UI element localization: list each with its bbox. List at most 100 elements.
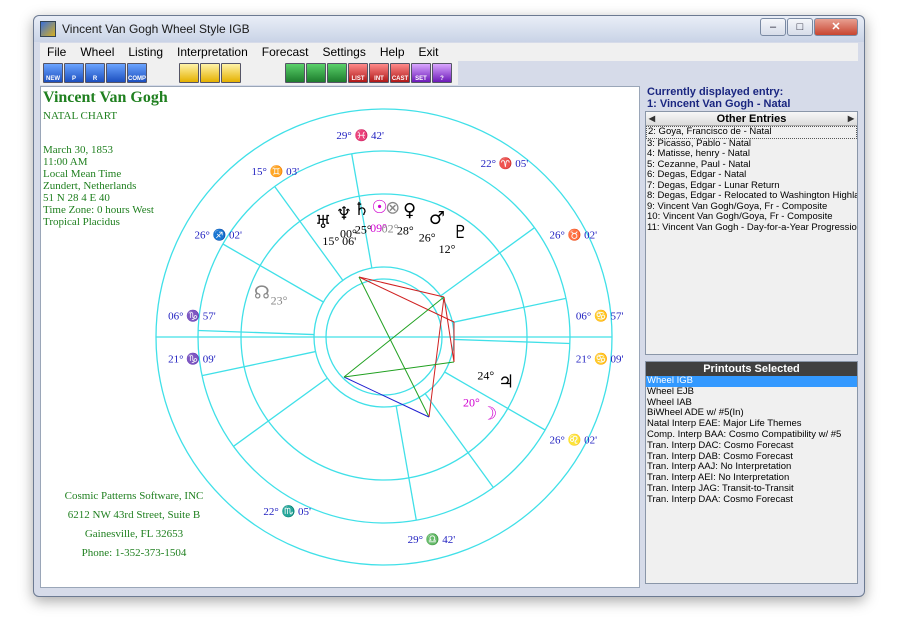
- birth-time: 11:00 AM: [43, 156, 88, 168]
- entry-item[interactable]: 9: Vincent Van Gogh/Goya, Fr - Composite: [646, 202, 857, 213]
- help-icon[interactable]: ?: [432, 63, 452, 83]
- company-phone: Phone: 1-352-373-1504: [81, 547, 187, 559]
- planet-glyph: ☽: [481, 403, 497, 424]
- cusp-label: 21° ♋ 09': [576, 352, 624, 365]
- open-icon[interactable]: [179, 63, 199, 83]
- entry-item[interactable]: 2: Goya, Francisco de - Natal: [646, 126, 857, 139]
- biwheel-icon[interactable]: [306, 63, 326, 83]
- aspect-line: [343, 376, 430, 418]
- planet-degree: 12°: [439, 242, 456, 256]
- cusp-label: 15° ♊ 03': [252, 165, 300, 178]
- grid-icon[interactable]: [327, 63, 347, 83]
- planet-glyph: ♀: [403, 200, 416, 221]
- other-entries-header: ◀ Other Entries ▶: [646, 112, 857, 126]
- menu-wheel[interactable]: Wheel: [73, 45, 121, 59]
- menu-help[interactable]: Help: [373, 45, 412, 59]
- company-info: Cosmic Patterns Software, INC 6212 NW 43…: [59, 487, 209, 563]
- print-icon[interactable]: [221, 63, 241, 83]
- other-entries-list[interactable]: ◀ Other Entries ▶ 2: Goya, Francisco de …: [645, 111, 858, 355]
- chart-pane: 29° ♓ 42' 22° ♈ 05' 26° ♉ 02' 06° ♋ 57' 21° …: [40, 86, 640, 588]
- menu-interpretation[interactable]: Interpretation: [170, 45, 255, 59]
- wheel-style-icon[interactable]: [285, 63, 305, 83]
- menu-exit[interactable]: Exit: [412, 45, 446, 59]
- planet-glyph: ☊: [254, 283, 270, 304]
- cusp-label: 22° ♈ 05': [481, 157, 529, 170]
- entry-item[interactable]: 10: Vincent Van Gogh/Goya, Fr - Composit…: [646, 212, 857, 223]
- planet-degree: 28°: [397, 223, 414, 237]
- toolbar: NEW P R COMP LIST INT CAST SET?: [40, 61, 458, 85]
- house-cusp-line: [453, 338, 570, 345]
- aspect-line: [443, 296, 455, 363]
- cusp-label: 29° ♓ 42': [336, 129, 384, 142]
- birth-place: Zundert, Netherlands: [43, 180, 137, 192]
- window-title: Vincent Van Gogh Wheel Style IGB: [62, 22, 250, 36]
- printouts-header: Printouts Selected: [646, 362, 857, 376]
- cusp-label: 26° ♌ 02': [550, 434, 598, 447]
- cusp-label: 06° ♋ 57': [576, 310, 624, 323]
- chart-person-name: Vincent Van Gogh: [43, 89, 168, 106]
- house-cusp-line: [395, 405, 417, 521]
- entry-item[interactable]: 4: Matisse, henry - Natal: [646, 149, 857, 160]
- save-icon[interactable]: [200, 63, 220, 83]
- return-icon[interactable]: R: [85, 63, 105, 83]
- company-city: Gainesville, FL 32653: [84, 528, 184, 540]
- planet-glyph: ⊗: [385, 197, 400, 218]
- aspect-line: [358, 276, 445, 298]
- cusp-label: 26° ♉ 02': [550, 229, 598, 242]
- chart-info: March 30, 1853 11:00 AM Local Mean Time …: [43, 144, 154, 228]
- close-button[interactable]: ✕: [814, 18, 858, 36]
- cusp-label: 21° ♑ 09': [168, 352, 216, 365]
- menu-settings[interactable]: Settings: [315, 45, 372, 59]
- printout-item[interactable]: Tran. Interp DAA: Cosmo Forecast: [646, 494, 857, 506]
- printout-item[interactable]: Tran. Interp DAC: Cosmo Forecast: [646, 440, 857, 452]
- forecast-icon[interactable]: CAST: [390, 63, 410, 83]
- entry-item[interactable]: 5: Cezanne, Paul - Natal: [646, 160, 857, 171]
- composite-icon[interactable]: COMP: [127, 63, 147, 83]
- planet-degree: 24°: [477, 369, 494, 383]
- menu-file[interactable]: File: [40, 45, 73, 59]
- cusp-label: 06° ♑ 57': [168, 310, 216, 323]
- planet-degree: 23°: [271, 293, 288, 307]
- scroll-right-icon[interactable]: ▶: [845, 114, 857, 123]
- current-entry-label: Currently displayed entry:: [647, 86, 784, 98]
- time-zone: Time Zone: 0 hours West: [43, 204, 154, 216]
- maximize-button[interactable]: □: [787, 18, 813, 36]
- entry-item[interactable]: 11: Vincent Van Gogh - Day-for-a-Year Pr…: [646, 223, 857, 234]
- planet-glyph: ♃: [498, 371, 514, 392]
- house-cusp-line: [452, 297, 567, 324]
- printouts-list[interactable]: Printouts Selected Wheel IGB Wheel EJB Whe…: [645, 361, 858, 584]
- menu-forecast[interactable]: Forecast: [255, 45, 316, 59]
- menu-bar: File Wheel Listing Interpretation Foreca…: [40, 43, 858, 61]
- progress-icon[interactable]: P: [64, 63, 84, 83]
- cusp-label: 22° ♏ 05': [263, 505, 311, 518]
- entry-item[interactable]: 3: Picasso, Pablo - Natal: [646, 139, 857, 150]
- printout-item[interactable]: Wheel EJB: [646, 386, 857, 398]
- list-icon[interactable]: LIST: [348, 63, 368, 83]
- interp-icon[interactable]: INT: [369, 63, 389, 83]
- cusp-label: 29° ♎ 42': [408, 533, 456, 546]
- planet-glyph: ♄: [353, 199, 369, 220]
- app-window: Vincent Van Gogh Wheel Style IGB – □ ✕ F…: [33, 15, 865, 597]
- planet-degree: 26°: [419, 231, 436, 245]
- planet-glyph: ♇: [452, 222, 468, 243]
- cusp-label: 26° ♐ 02': [194, 229, 242, 242]
- aspect-line: [428, 296, 445, 418]
- planet-glyph: ♆: [336, 203, 352, 224]
- new-chart-icon[interactable]: NEW: [43, 63, 63, 83]
- entry-item[interactable]: 7: Degas, Edgar - Lunar Return: [646, 181, 857, 192]
- wheel-icon[interactable]: [106, 63, 126, 83]
- house-system: Tropical Placidus: [43, 216, 120, 228]
- planet-glyph: ♅: [315, 212, 331, 233]
- entry-item[interactable]: 6: Degas, Edgar - Natal: [646, 170, 857, 181]
- planet-glyph: ♂: [429, 208, 445, 229]
- app-icon: [40, 21, 56, 37]
- coordinates: 51 N 28 4 E 40: [43, 192, 110, 204]
- title-bar[interactable]: Vincent Van Gogh Wheel Style IGB – □ ✕: [34, 16, 864, 42]
- settings-icon[interactable]: SET: [411, 63, 431, 83]
- minimize-button[interactable]: –: [760, 18, 786, 36]
- scroll-left-icon[interactable]: ◀: [646, 114, 658, 123]
- time-type: Local Mean Time: [43, 168, 122, 180]
- entry-item[interactable]: 8: Degas, Edgar - Relocated to Washingto…: [646, 191, 857, 202]
- planet-degree: 20°: [463, 396, 480, 410]
- menu-listing[interactable]: Listing: [121, 45, 170, 59]
